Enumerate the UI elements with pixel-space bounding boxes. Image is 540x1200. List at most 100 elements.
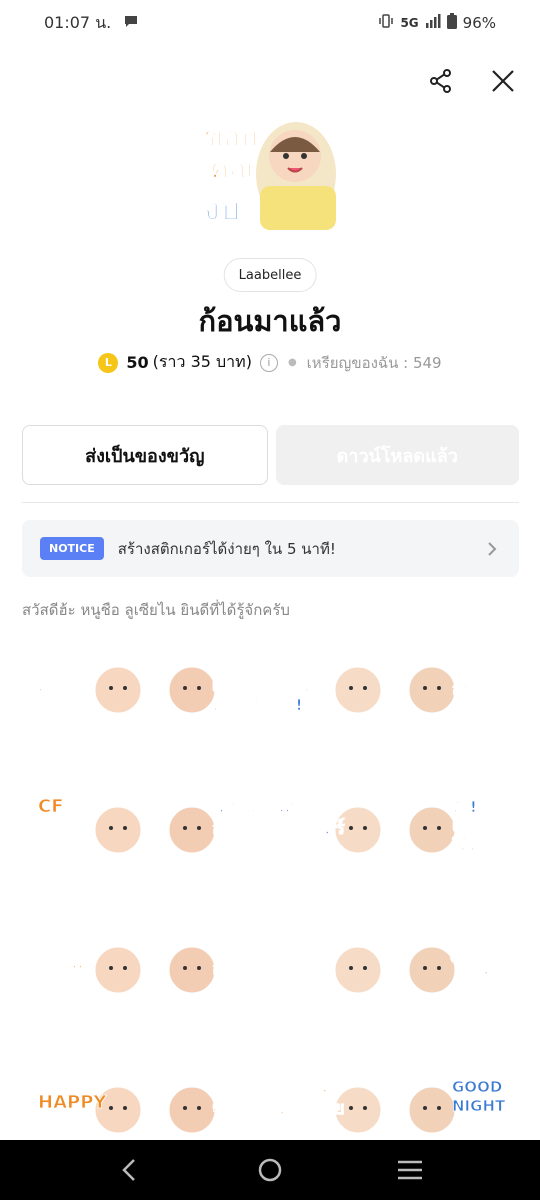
sticker-text: ไม่โห [276, 676, 313, 695]
top-actions [424, 64, 520, 98]
main-sticker-image: ขอบ คุณ งับ [198, 116, 342, 230]
sticker-eye [363, 1106, 367, 1110]
sticker-eye [349, 826, 353, 830]
share-icon[interactable] [424, 64, 458, 98]
back-icon[interactable] [110, 1150, 150, 1190]
sticker-baby-image [406, 1084, 458, 1136]
sticker-eye [349, 966, 353, 970]
sticker-baby-image [166, 804, 218, 856]
sticker-baby-image [92, 804, 144, 856]
sticker-baby-image [406, 944, 458, 996]
sticker-eye [183, 1106, 187, 1110]
signal-icon [425, 14, 441, 32]
chevron-right-icon [483, 540, 501, 558]
system-nav-bar [0, 1140, 540, 1200]
sticker-item[interactable]: สภาพ [32, 930, 152, 1010]
sticker-text: CF [38, 796, 64, 817]
sticker-text: สภาพ [38, 952, 83, 973]
recents-icon[interactable] [390, 1150, 430, 1190]
sticker-text: HAPPY [38, 1092, 107, 1113]
sticker-baby-image [92, 664, 144, 716]
sticker-text: ห๊ะ! [452, 798, 477, 816]
sticker-item[interactable]: ขอบ คุณ งับ [32, 650, 152, 730]
sticker-baby-image [166, 1084, 218, 1136]
sticker-eye [183, 966, 187, 970]
notice-banner[interactable]: NOTICE สร้างสติกเกอร์ได้ง่ายๆ ใน 5 นาที! [22, 520, 519, 577]
sticker-item[interactable]: ขำ ไม่ไหว [392, 930, 512, 1010]
sticker-text: อะ [212, 818, 232, 839]
sticker-baby-image [406, 804, 458, 856]
downloaded-button[interactable]: ดาวน์โหลดแล้ว [275, 425, 519, 485]
sticker-baby-image [332, 664, 384, 716]
sticker-text: ให้หน่อย [452, 836, 507, 854]
hero-line-2: คุณ [210, 152, 255, 186]
sticker-eye [349, 1106, 353, 1110]
sticker-text: ไม่เมา [276, 956, 319, 975]
send-gift-button[interactable]: ส่งเป็นของขวัญ [22, 425, 268, 485]
sticker-text: งับ [38, 696, 55, 714]
notice-badge: NOTICE [40, 537, 104, 560]
price-amount: 50 [126, 353, 149, 372]
sticker-eye [109, 826, 113, 830]
sticker-item[interactable]: แบ้ว กรี้บบบ [392, 650, 512, 730]
hero-line-1: ขอบ [204, 120, 258, 153]
vibrate-icon [378, 13, 394, 33]
sticker-item[interactable]: เครียด อะ [152, 790, 272, 870]
sticker-text: NIGHT [452, 1097, 506, 1115]
sticker-eye [363, 966, 367, 970]
page-title: ก้อนมาแล้ว [198, 304, 342, 338]
sticker-eye [423, 686, 427, 690]
sticker-item[interactable]: GOOD NIGHT งับบบ [392, 1070, 512, 1150]
sticker-text: วันนี้ [278, 935, 308, 956]
close-icon[interactable] [486, 64, 520, 98]
sticker-baby-image [92, 944, 144, 996]
status-time: 01:07 น. [44, 12, 112, 32]
sticker-item[interactable]: HAPPY [32, 1070, 152, 1150]
battery-icon [446, 13, 457, 33]
sticker-text: GOOD [452, 1078, 502, 1096]
sticker-eye [197, 966, 201, 970]
sticker-grid: ขอบ คุณ งับ เงิน เดือน หมดแน้ว ไม่ได้ ไม่โห บ้ะ!… [32, 650, 512, 1150]
sticker-item[interactable]: ไม่ได้ ไม่โห บ้ะ! [272, 650, 392, 730]
sticker-item[interactable]: ขอตังค์ หน่อยยย [272, 1070, 392, 1150]
sticker-item[interactable]: CF งับบบบ [32, 790, 152, 870]
info-icon[interactable]: i [259, 353, 278, 372]
sticker-text: วันจันทร์ [278, 817, 345, 839]
sticker-eye [197, 826, 201, 830]
sticker-eye [123, 1106, 127, 1110]
sticker-text: อยู่นาา [212, 958, 266, 980]
sticker-eye [437, 1106, 441, 1110]
battery-level: 96% [462, 14, 496, 32]
sticker-item[interactable]: เซ็ง อยู่นาา [152, 930, 272, 1010]
sticker-eye [423, 826, 427, 830]
sticker-eye [109, 686, 113, 690]
sticker-text: คิด [212, 1097, 232, 1115]
sticker-text: ขำ [452, 936, 474, 957]
sticker-item[interactable]: วันนี้ ไม่เมา นะ [272, 930, 392, 1010]
sticker-item[interactable]: ขอ คิด แป๊ป [152, 1070, 272, 1150]
sticker-item[interactable]: ห๊ะ! แก่ตรงนี้ ให้หน่อย [392, 790, 512, 870]
sticker-text: เดือน [212, 677, 247, 695]
sticker-baby-image [406, 664, 458, 716]
sticker-item[interactable]: พรุ่งนี้ วันจันทร์ [272, 790, 392, 870]
sticker-text: หมดแน้ว [212, 696, 270, 714]
sticker-text: เงิน [212, 658, 235, 676]
sticker-text: คุณ [38, 677, 62, 696]
sticker-item[interactable]: เงิน เดือน หมดแน้ว [152, 650, 272, 730]
price-approx: (ราว 35 บาท) [152, 352, 252, 371]
sticker-text: เครียด [212, 796, 262, 817]
notice-text: สร้างสติกเกอร์ได้ง่ายๆ ใน 5 นาที! [117, 539, 336, 558]
sticker-eye [123, 686, 127, 690]
sticker-text: ขอ [212, 1078, 231, 1096]
status-bar: 01:07 น. 5G 96% [0, 0, 540, 46]
sticker-text: ขอตังค์ [278, 1075, 334, 1097]
sticker-text: กรี้บบบ [452, 674, 507, 699]
author-chip[interactable]: Laabellee [223, 258, 317, 292]
sticker-text: แก่ตรงนี้ [452, 814, 507, 835]
sticker-eye [437, 686, 441, 690]
sticker-eye [437, 826, 441, 830]
home-icon[interactable] [250, 1150, 290, 1190]
action-buttons: ส่งเป็นของขวัญ ดาวน์โหลดแล้ว [22, 425, 519, 485]
network-type: 5G [400, 16, 419, 30]
sticker-eye [197, 686, 201, 690]
